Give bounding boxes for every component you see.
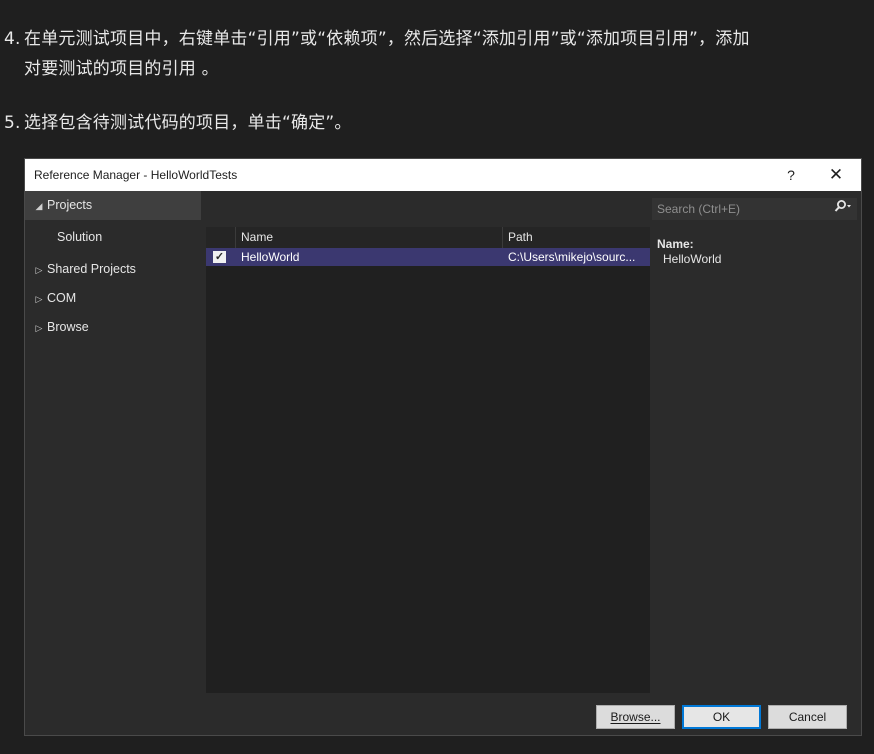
tree-item-label: Solution bbox=[57, 230, 103, 244]
tree-item-shared-projects[interactable]: ▷ Shared Projects bbox=[25, 255, 201, 284]
dialog-titlebar: Reference Manager - HelloWorldTests ? ✕ bbox=[25, 159, 861, 191]
instruction-step-5: 5. 选择包含待测试代码的项目，单击“确定”。 bbox=[4, 108, 352, 138]
detail-label: Name: bbox=[657, 237, 694, 251]
reference-manager-dialog: Reference Manager - HelloWorldTests ? ✕ … bbox=[24, 158, 862, 736]
tree-item-com[interactable]: ▷ COM bbox=[25, 284, 201, 313]
tree-item-label: Shared Projects bbox=[47, 262, 136, 276]
detail-value: HelloWorld bbox=[663, 252, 722, 266]
column-separator bbox=[502, 227, 503, 248]
column-separator bbox=[235, 227, 236, 248]
dialog-title: Reference Manager - HelloWorldTests bbox=[34, 168, 238, 182]
close-button[interactable]: ✕ bbox=[825, 165, 847, 185]
expand-triangle-icon[interactable]: ◢ bbox=[31, 192, 47, 221]
search-icon[interactable] bbox=[834, 198, 852, 220]
cancel-button[interactable]: Cancel bbox=[768, 705, 847, 729]
collapsed-triangle-icon[interactable]: ▷ bbox=[31, 314, 47, 343]
tree-item-browse[interactable]: ▷ Browse bbox=[25, 313, 201, 342]
list-header: Name Path bbox=[206, 227, 650, 248]
project-name: HelloWorld bbox=[241, 250, 300, 264]
tree-item-label: Projects bbox=[47, 198, 93, 212]
dialog-footer: Browse... OK Cancel bbox=[25, 693, 861, 735]
table-row[interactable]: ✓ HelloWorld C:\Users\mikejo\sourc... bbox=[206, 248, 650, 266]
tree-item-label: Browse bbox=[47, 320, 89, 334]
tree-item-projects[interactable]: ◢ Projects bbox=[25, 191, 201, 220]
list-toolbar bbox=[205, 191, 651, 227]
column-header-path[interactable]: Path bbox=[508, 227, 533, 248]
project-path: C:\Users\mikejo\sourc... bbox=[508, 250, 636, 264]
dialog-body: ◢ Projects Solution ▷ Shared Projects ▷ COM… bbox=[25, 191, 861, 693]
project-list: Name Path ✓ HelloWorld C:\Users\mikejo\s… bbox=[206, 227, 650, 693]
checkbox-checked-icon[interactable]: ✓ bbox=[213, 251, 226, 263]
help-button[interactable]: ? bbox=[781, 165, 801, 185]
browse-button-label: Browse... bbox=[610, 710, 661, 724]
column-header-name[interactable]: Name bbox=[241, 227, 273, 248]
tree-item-solution[interactable]: Solution bbox=[25, 223, 201, 252]
ok-button[interactable]: OK bbox=[682, 705, 761, 729]
step-text-line-2: 对要测试的项目的引用 。 bbox=[24, 59, 219, 79]
search-placeholder: Search (Ctrl+E) bbox=[657, 202, 741, 216]
collapsed-triangle-icon[interactable]: ▷ bbox=[31, 256, 47, 285]
step-text-line-1: 在单元测试项目中，右键单击“引用”或“依赖项”，然后选择“添加引用”或“添加项目… bbox=[24, 29, 750, 49]
step-number: 5. bbox=[4, 113, 21, 133]
collapsed-triangle-icon[interactable]: ▷ bbox=[31, 285, 47, 314]
browse-button[interactable]: Browse... bbox=[596, 705, 675, 729]
search-box[interactable]: Search (Ctrl+E) bbox=[652, 198, 857, 220]
details-pane: Name: HelloWorld bbox=[652, 231, 857, 691]
step-text: 选择包含待测试代码的项目，单击“确定”。 bbox=[24, 113, 352, 133]
step-number: 4. bbox=[4, 29, 21, 49]
category-tree: ◢ Projects Solution ▷ Shared Projects ▷ COM… bbox=[25, 191, 205, 693]
instruction-step-4: 4. 在单元测试项目中，右键单击“引用”或“依赖项”，然后选择“添加引用”或“添加… bbox=[4, 24, 866, 84]
tree-item-label: COM bbox=[47, 291, 77, 305]
